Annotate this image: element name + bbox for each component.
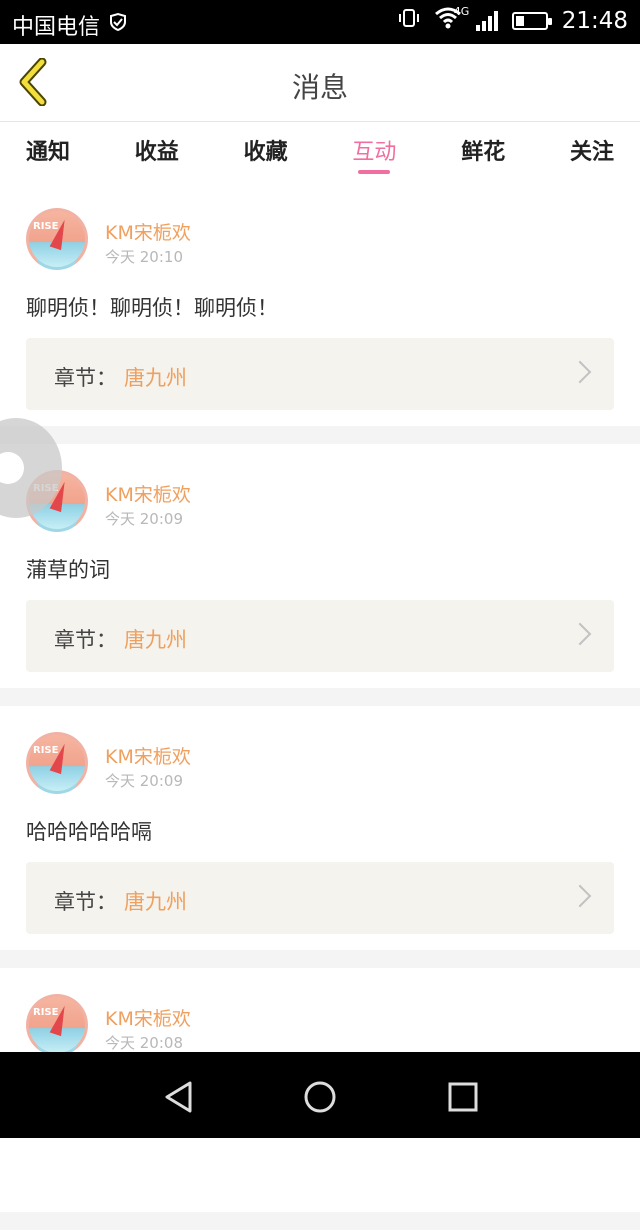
username[interactable]: KM宋栀欢 xyxy=(105,480,191,507)
tab-earnings[interactable]: 收益 xyxy=(135,122,179,182)
tab-follows[interactable]: 关注 xyxy=(570,122,614,182)
avatar[interactable] xyxy=(26,994,88,1056)
tab-notifications[interactable]: 通知 xyxy=(26,122,70,182)
username[interactable]: KM宋栀欢 xyxy=(105,742,191,769)
chevron-right-icon xyxy=(568,622,592,646)
nav-home-button[interactable] xyxy=(303,1080,337,1114)
chevron-right-icon xyxy=(568,360,592,384)
battery-level-fill xyxy=(515,16,524,26)
chapter-name: 唐九州 xyxy=(124,366,187,390)
message-card: KM宋栀欢 今天 20:10 聊明侦！聊明侦！聊明侦！ 章节： 唐九州 xyxy=(0,182,640,426)
nav-recent-button[interactable] xyxy=(446,1080,480,1114)
username[interactable]: KM宋栀欢 xyxy=(105,1004,191,1031)
tab-bar: 通知 收益 收藏 互动 鲜花 关注 xyxy=(0,122,640,182)
tab-flowers[interactable]: 鲜花 xyxy=(461,122,505,182)
chapter-link[interactable]: 章节： 唐九州 xyxy=(26,862,614,934)
timestamp: 今天 20:10 xyxy=(105,248,183,266)
page-title: 消息 xyxy=(291,71,348,104)
battery-icon xyxy=(511,12,552,30)
chapter-label: 章节： xyxy=(54,628,117,652)
navigation-bar xyxy=(0,1052,640,1138)
carrier-name: 中国电信 xyxy=(12,15,101,40)
chapter-name: 唐九州 xyxy=(124,628,187,652)
tab-interactions[interactable]: 互动 xyxy=(352,122,396,182)
message-text: 哈哈哈哈哈嗝 xyxy=(26,820,152,844)
cell-signal-icon: 4G xyxy=(454,5,498,31)
timestamp: 今天 20:09 xyxy=(105,510,183,528)
chapter-label: 章节： xyxy=(54,366,117,390)
message-card: KM宋栀欢 今天 20:09 哈哈哈哈哈嗝 章节： 唐九州 xyxy=(0,706,640,950)
chevron-right-icon xyxy=(568,884,592,908)
chapter-name: 唐九州 xyxy=(124,890,187,914)
nav-back-button[interactable] xyxy=(162,1080,196,1114)
tab-favorites[interactable]: 收藏 xyxy=(244,122,288,182)
circle-home-icon xyxy=(304,1081,336,1113)
message-card: KM宋栀欢 今天 20:09 蒲草的词 章节： 唐九州 xyxy=(0,444,640,688)
shield-check-icon xyxy=(108,12,128,38)
username[interactable]: KM宋栀欢 xyxy=(105,218,191,245)
triangle-back-icon xyxy=(165,1081,192,1113)
avatar[interactable] xyxy=(26,208,88,270)
vibrate-icon xyxy=(398,7,420,35)
avatar[interactable] xyxy=(26,732,88,794)
timestamp: 今天 20:08 xyxy=(105,1034,183,1052)
clock: 21:48 xyxy=(561,8,628,34)
square-recent-icon xyxy=(448,1082,478,1112)
chapter-label: 章节： xyxy=(54,890,117,914)
message-text: 蒲草的词 xyxy=(26,558,110,582)
status-bar: 中国电信 4G 21:48 xyxy=(0,0,640,44)
message-text: 聊明侦！聊明侦！聊明侦！ xyxy=(26,296,278,320)
header: 消息 xyxy=(0,44,640,122)
chapter-link[interactable]: 章节： 唐九州 xyxy=(26,600,614,672)
chapter-link[interactable]: 章节： 唐九州 xyxy=(26,338,614,410)
timestamp: 今天 20:09 xyxy=(105,772,183,790)
network-type: 4G xyxy=(453,5,470,18)
